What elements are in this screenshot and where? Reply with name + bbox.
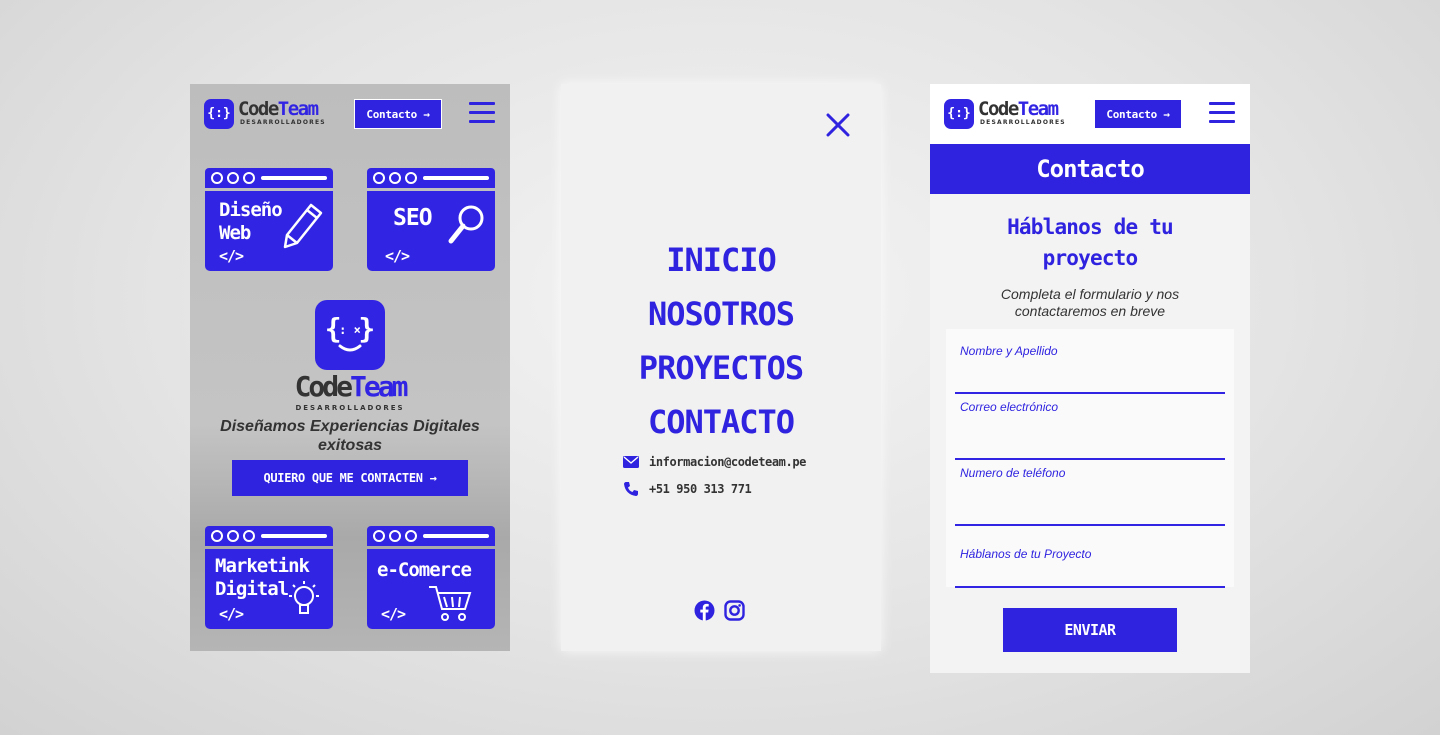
logo-wordmark: CodeTeam [238,98,319,120]
menu-item-contacto[interactable]: CONTACTO [561,402,881,442]
form-intro: Completa el formulario y nos contactarem… [1000,286,1180,319]
page-title: Contacto [930,144,1250,194]
phone-field[interactable] [955,481,1225,526]
facebook-icon[interactable] [694,600,715,621]
hero-logo-icon: { } : × [315,300,385,370]
service-card-digital-marketing[interactable]: Marketink Digital </> [205,526,333,629]
submit-button[interactable]: ENVIAR [1003,608,1177,652]
phone-text: +51 950 313 771 [649,482,752,496]
service-title: e-Comerce [377,559,472,581]
name-field-label: Nombre y Apellido [960,344,1058,358]
menu-item-nosotros[interactable]: NOSOTROS [561,294,881,334]
logo-wordmark: CodeTeam [978,98,1059,120]
hero-tagline: Diseñamos Experiencias Digitales exitosa… [220,418,480,454]
logo-badge-icon: {:} [944,99,974,129]
hero-wordmark: CodeTeam [294,370,409,403]
code-symbol: </> [385,247,410,265]
logo-subtitle: DESARROLLADORES [980,119,1066,126]
contact-me-cta-button[interactable]: QUIERO QUE ME CONTACTEN → [232,460,468,496]
code-symbol: </> [219,247,244,265]
brand-logo[interactable]: {:} CodeTeam DESARROLLADORES [204,98,329,130]
shopping-cart-icon [429,586,472,621]
menu-item-inicio[interactable]: INICIO [561,240,881,280]
message-field[interactable] [955,562,1225,588]
lightbulb-icon [289,581,319,614]
close-icon[interactable] [825,112,851,138]
instagram-icon[interactable] [724,600,745,621]
service-title: Diseño [219,199,283,221]
site-header: {:} CodeTeam DESARROLLADORES Contacto → [190,84,510,144]
email-contact[interactable]: informacion@codeteam.pe [623,453,806,471]
svg-text:: ×: : × [339,323,361,337]
name-field[interactable] [955,359,1225,394]
mobile-menu-screen: INICIO NOSOTROS PROYECTOS CONTACTO infor… [561,84,881,651]
logo-badge-icon: {:} [204,99,234,129]
service-title-line2: Web [219,222,251,244]
form-heading: Háblanos de tu proyecto [1007,215,1174,270]
service-card-ecommerce[interactable]: e-Comerce </> [367,526,495,629]
code-symbol: </> [219,605,244,623]
mobile-contact-screen: {:} CodeTeam DESARROLLADORES Contacto → … [930,84,1250,673]
logo-subtitle: DESARROLLADORES [240,119,326,126]
message-field-label: Háblanos de tu Proyecto [960,547,1092,561]
phone-icon [624,482,638,496]
email-field[interactable] [955,415,1225,460]
hamburger-menu-icon[interactable] [1209,102,1235,126]
menu-item-proyectos[interactable]: PROYECTOS [561,348,881,388]
envelope-icon [623,456,639,468]
social-links [694,600,745,621]
header-contact-button[interactable]: Contacto → [354,99,442,129]
phone-contact[interactable]: +51 950 313 771 [623,480,752,498]
service-card-web-design[interactable]: Diseño Web </> [205,168,333,271]
phone-field-label: Numero de teléfono [960,466,1066,480]
hero-subtitle: DESARROLLADORES [295,404,405,412]
email-text: informacion@codeteam.pe [649,455,806,469]
hamburger-menu-icon[interactable] [469,102,495,126]
service-card-seo[interactable]: SEO </> [367,168,495,271]
service-title: Marketink [215,555,310,577]
header-contact-button[interactable]: Contacto → [1094,99,1182,129]
email-field-label: Correo electrónico [960,400,1059,414]
mobile-home-screen: {:} CodeTeam DESARROLLADORES Contacto → … [190,84,510,651]
site-header: {:} CodeTeam DESARROLLADORES Contacto → [930,84,1250,144]
code-symbol: </> [381,605,406,623]
service-title: SEO [393,205,433,231]
brand-logo[interactable]: {:} CodeTeam DESARROLLADORES [944,98,1069,130]
magnifier-icon [448,205,484,244]
pencil-icon [283,203,323,249]
